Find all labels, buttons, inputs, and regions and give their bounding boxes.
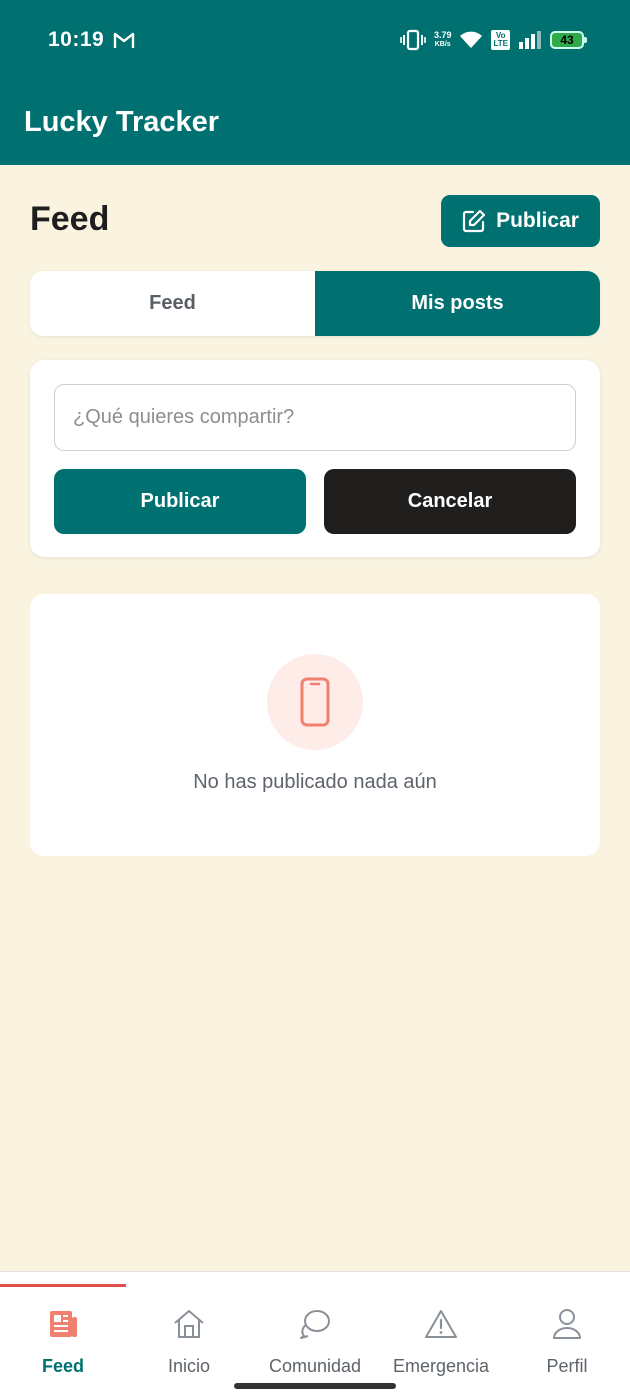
publish-button[interactable]: Publicar [54,469,306,534]
nav-label-community: Comunidad [268,1356,362,1376]
nav-label-home: Inicio [167,1356,211,1376]
gmail-icon [113,32,135,48]
page-title: Feed [30,200,110,238]
chat-bubbles-icon [300,1310,330,1339]
wifi-icon [460,31,483,48]
nav-item-home[interactable]: Inicio [126,1306,252,1377]
nav-item-community[interactable]: Comunidad [252,1306,378,1377]
home-icon [174,1310,204,1338]
signal-icon [519,31,541,49]
home-gesture-bar[interactable] [234,1383,396,1389]
battery-icon: 43 [550,31,587,49]
nav-label-emergency: Emergencia [392,1356,490,1376]
tab-my-posts[interactable]: Mis posts [315,271,600,336]
status-time: 10:19 [48,28,105,51]
new-post-button-label: Publicar [496,209,579,232]
feed-tabs: Feed Mis posts [30,271,600,336]
status-bar: 10:19 3.79 KB/s Vo LTE 43 [0,0,630,80]
nav-item-feed[interactable]: Feed [0,1306,126,1377]
vibrate-icon [400,29,426,51]
network-speed-unit: KB/s [434,41,451,48]
active-tab-indicator [0,1284,126,1287]
empty-state-icon-wrapper [267,654,363,750]
network-speed: 3.79 KB/s [434,31,452,49]
battery-level: 43 [560,33,574,47]
edit-icon [462,209,486,233]
nav-item-emergency[interactable]: Emergencia [378,1306,504,1377]
nav-label-profile: Perfil [546,1356,588,1376]
volte-bottom: LTE [493,39,508,48]
empty-state-card: No has publicado nada aún [30,594,600,856]
nav-item-profile[interactable]: Perfil [504,1306,630,1377]
user-icon [553,1309,581,1339]
empty-state-message: No has publicado nada aún [193,771,437,793]
nav-label-feed: Feed [41,1356,84,1376]
newspaper-icon [50,1311,77,1337]
status-icons: 3.79 KB/s Vo LTE 43 [400,26,587,54]
post-composer: Publicar Cancelar [30,360,600,557]
app-title: Lucky Tracker [24,106,220,138]
network-speed-value: 3.79 [433,30,452,40]
warning-icon [425,1310,457,1338]
post-input[interactable] [54,384,576,451]
phone-icon [300,677,330,727]
top-bar: 10:19 3.79 KB/s Vo LTE 43 Lucky Tracker [0,0,630,165]
cancel-button[interactable]: Cancelar [324,469,576,534]
new-post-button[interactable]: Publicar [441,195,600,247]
tab-feed[interactable]: Feed [30,271,315,336]
bottom-nav: Feed Inicio Comunidad Emergencia Perfil [0,1271,630,1400]
volte-badge: Vo LTE [491,30,510,50]
